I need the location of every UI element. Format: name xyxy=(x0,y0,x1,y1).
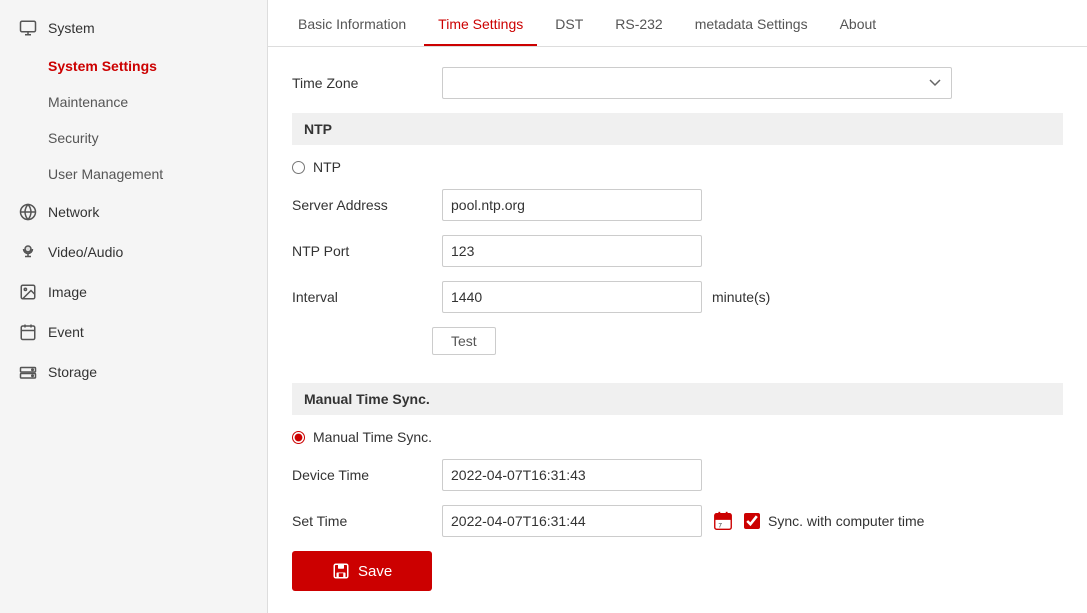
timezone-row: Time Zone xyxy=(292,67,1063,99)
sidebar-item-maintenance[interactable]: Maintenance xyxy=(0,84,267,120)
sidebar-item-storage[interactable]: Storage xyxy=(0,352,267,392)
image-icon xyxy=(18,282,38,302)
sync-checkbox[interactable] xyxy=(744,513,760,529)
sidebar-item-video-audio[interactable]: Video/Audio xyxy=(0,232,267,272)
sidebar-item-system-settings[interactable]: System Settings xyxy=(0,48,267,84)
ntp-port-input[interactable] xyxy=(442,235,702,267)
device-time-input[interactable] xyxy=(442,459,702,491)
tab-basic-information[interactable]: Basic Information xyxy=(284,0,420,46)
interval-unit: minute(s) xyxy=(712,289,770,305)
sidebar: System System Settings Maintenance Secur… xyxy=(0,0,268,613)
ntp-port-row: NTP Port xyxy=(292,235,1063,267)
sidebar-item-network-label: Network xyxy=(48,204,99,220)
main-content: Basic Information Time Settings DST RS-2… xyxy=(268,0,1087,613)
ntp-section-header: NTP xyxy=(292,113,1063,145)
ntp-radio-label[interactable]: NTP xyxy=(313,159,341,175)
timezone-label: Time Zone xyxy=(292,75,432,91)
tab-metadata-settings[interactable]: metadata Settings xyxy=(681,0,822,46)
tab-dst[interactable]: DST xyxy=(541,0,597,46)
form-area: Time Zone NTP NTP Server Address NTP Por… xyxy=(268,47,1087,613)
interval-row: Interval minute(s) xyxy=(292,281,1063,313)
test-button-row: Test xyxy=(292,327,1063,369)
ntp-radio-row: NTP xyxy=(292,159,1063,175)
manual-sync-section-header: Manual Time Sync. xyxy=(292,383,1063,415)
calendar-icon: 7 xyxy=(712,510,734,532)
sidebar-item-system[interactable]: System xyxy=(0,8,267,48)
calendar-button[interactable]: 7 xyxy=(710,508,736,534)
sidebar-item-security[interactable]: Security xyxy=(0,120,267,156)
sidebar-item-image[interactable]: Image xyxy=(0,272,267,312)
tab-time-settings[interactable]: Time Settings xyxy=(424,0,537,46)
sidebar-item-system-label: System xyxy=(48,20,95,36)
sidebar-item-image-label: Image xyxy=(48,284,87,300)
sidebar-item-video-audio-label: Video/Audio xyxy=(48,244,123,260)
microphone-icon xyxy=(18,242,38,262)
sidebar-item-storage-label: Storage xyxy=(48,364,97,380)
manual-sync-radio-label[interactable]: Manual Time Sync. xyxy=(313,429,432,445)
device-time-label: Device Time xyxy=(292,467,432,483)
monitor-icon xyxy=(18,18,38,38)
interval-label: Interval xyxy=(292,289,432,305)
sidebar-item-event[interactable]: Event xyxy=(0,312,267,352)
globe-icon xyxy=(18,202,38,222)
sidebar-item-user-management[interactable]: User Management xyxy=(0,156,267,192)
tabs-bar: Basic Information Time Settings DST RS-2… xyxy=(268,0,1087,47)
set-time-row: Set Time 7 Sync. with computer time xyxy=(292,505,1063,537)
ntp-radio[interactable] xyxy=(292,161,305,174)
server-address-row: Server Address xyxy=(292,189,1063,221)
calendar-icon xyxy=(18,322,38,342)
server-address-input[interactable] xyxy=(442,189,702,221)
manual-radio-row: Manual Time Sync. xyxy=(292,429,1063,445)
save-icon xyxy=(332,562,350,580)
svg-text:7: 7 xyxy=(718,522,722,529)
storage-icon xyxy=(18,362,38,382)
sidebar-item-event-label: Event xyxy=(48,324,84,340)
save-button-row: Save xyxy=(292,551,1063,591)
sidebar-item-network[interactable]: Network xyxy=(0,192,267,232)
set-time-controls: 7 Sync. with computer time xyxy=(442,505,924,537)
save-button[interactable]: Save xyxy=(292,551,432,591)
set-time-label: Set Time xyxy=(292,513,432,529)
ntp-port-label: NTP Port xyxy=(292,243,432,259)
timezone-select[interactable] xyxy=(442,67,952,99)
set-time-input[interactable] xyxy=(442,505,702,537)
tab-about[interactable]: About xyxy=(826,0,891,46)
manual-sync-radio[interactable] xyxy=(292,431,305,444)
interval-input[interactable] xyxy=(442,281,702,313)
server-address-label: Server Address xyxy=(292,197,432,213)
sync-label[interactable]: Sync. with computer time xyxy=(768,513,924,529)
test-button[interactable]: Test xyxy=(432,327,496,355)
tab-rs232[interactable]: RS-232 xyxy=(601,0,676,46)
device-time-row: Device Time xyxy=(292,459,1063,491)
